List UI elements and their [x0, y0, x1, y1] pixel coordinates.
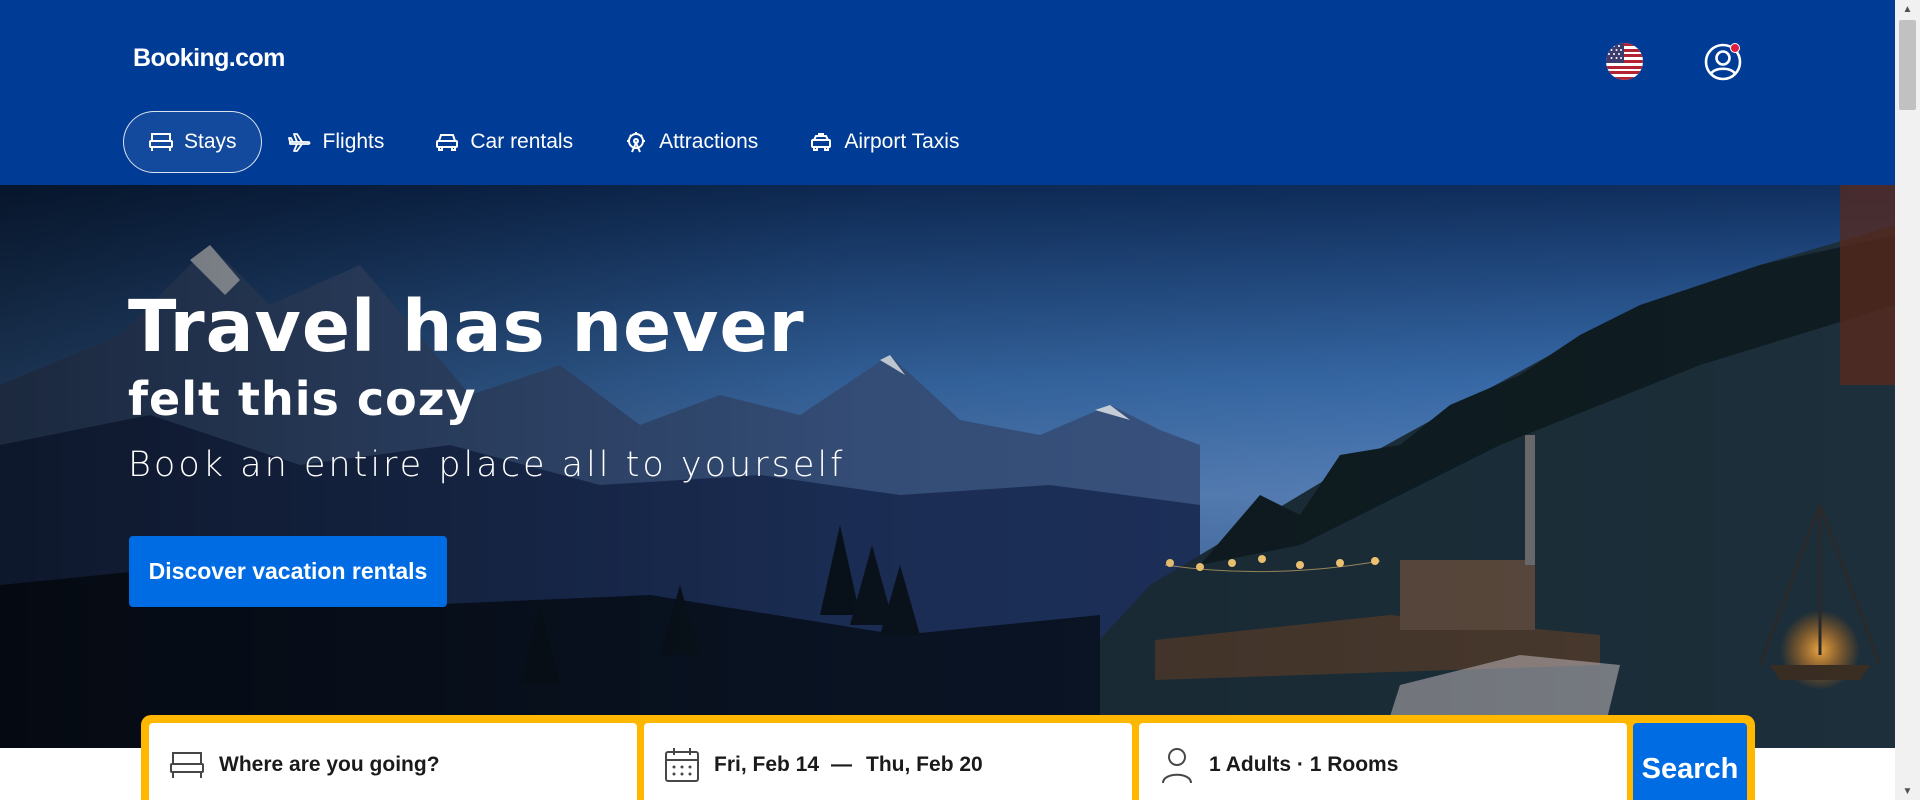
nav-item-label: Car rentals: [470, 130, 574, 153]
checkout-date[interactable]: Thu, Feb 20: [866, 753, 983, 777]
car-icon: [434, 129, 460, 155]
logo[interactable]: Booking.com: [133, 44, 285, 73]
nav-item-stays[interactable]: Stays: [123, 111, 262, 173]
nav-item-flights[interactable]: Flights: [262, 111, 410, 173]
scrollbar-thumb[interactable]: [1899, 20, 1916, 110]
product-nav: Stays Flights Car rentals Attractions Ai…: [123, 111, 984, 173]
hero-title: Travel has never: [128, 285, 805, 368]
calendar-icon: [662, 745, 702, 785]
page-scrollbar[interactable]: ▲ ▼: [1895, 0, 1920, 800]
nav-item-label: Airport Taxis: [844, 130, 960, 153]
search-button[interactable]: Search: [1633, 723, 1747, 800]
destination-field[interactable]: Where are you going?: [149, 723, 637, 800]
site-header: Booking.com Stays Flights Car rentals At…: [0, 0, 1895, 185]
date-separator: —: [831, 753, 853, 776]
search-bar: Where are you going? Fri, Feb 14 — Thu, …: [141, 715, 1755, 800]
nav-item-label: Flights: [322, 130, 385, 153]
guests-field[interactable]: 1 Adults · 1 Rooms: [1139, 723, 1627, 800]
us-flag-icon[interactable]: [1606, 43, 1643, 80]
hero-banner: Travel has never felt this cozy Book an …: [0, 185, 1895, 748]
booking-page: Booking.com Stays Flights Car rentals At…: [0, 0, 1895, 800]
person-icon: [1157, 745, 1197, 785]
scroll-up-arrow-icon[interactable]: ▲: [1895, 0, 1920, 18]
hero-subtitle: felt this cozy: [128, 372, 477, 426]
destination-input[interactable]: Where are you going?: [219, 753, 440, 777]
discover-vacation-rentals-button[interactable]: Discover vacation rentals: [129, 536, 447, 607]
bed-icon: [167, 745, 207, 785]
ferris-wheel-icon: [623, 129, 649, 155]
bed-icon: [148, 129, 174, 155]
nav-item-airport-taxis[interactable]: Airport Taxis: [783, 111, 984, 173]
nav-item-car-rentals[interactable]: Car rentals: [409, 111, 598, 173]
nav-item-label: Stays: [184, 130, 237, 153]
checkin-date[interactable]: Fri, Feb 14: [714, 753, 819, 777]
taxi-icon: [808, 129, 834, 155]
date-field[interactable]: Fri, Feb 14 — Thu, Feb 20: [644, 723, 1132, 800]
hero-tagline: Book an entire place all to yourself: [128, 445, 846, 485]
scroll-down-arrow-icon[interactable]: ▼: [1895, 782, 1920, 800]
plane-icon: [287, 129, 313, 155]
notification-dot: [1730, 43, 1740, 53]
nav-item-attractions[interactable]: Attractions: [598, 111, 783, 173]
guests-summary[interactable]: 1 Adults · 1 Rooms: [1209, 753, 1398, 777]
nav-item-label: Attractions: [659, 130, 759, 153]
